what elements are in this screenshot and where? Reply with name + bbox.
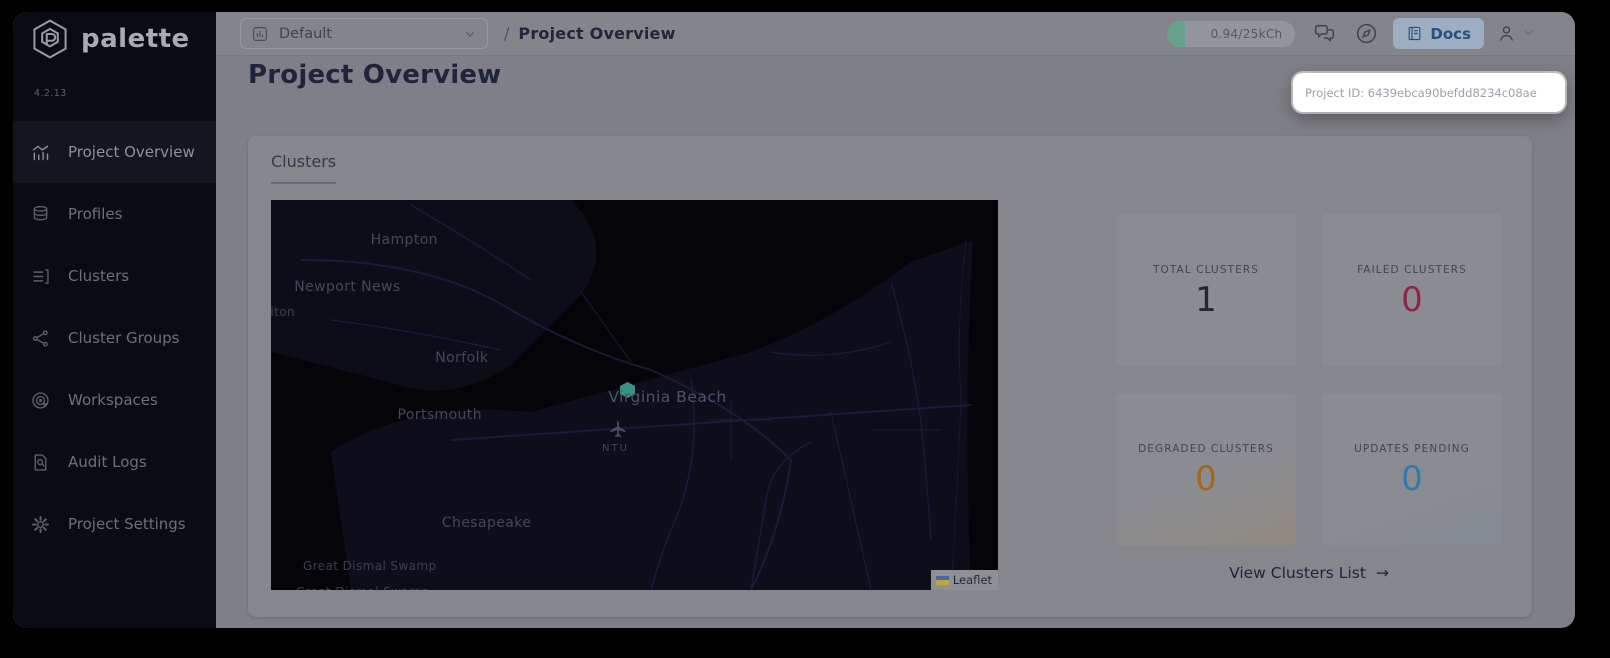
clusters-card: Clusters NTU Leaflet Hampton Newport New… [248, 136, 1532, 617]
chat-bubbles-icon [1314, 24, 1335, 42]
chevron-down-icon [466, 31, 474, 37]
stat-value: 0 [1401, 458, 1423, 499]
stat-updates-pending: UPDATES PENDING 0 [1322, 393, 1502, 545]
sidebar-item-project-settings[interactable]: Project Settings [13, 493, 216, 555]
sidebar-item-label: Cluster Groups [68, 329, 180, 347]
map-label: llton [271, 304, 295, 319]
breadcrumb-current: Project Overview [518, 24, 676, 43]
sidebar-item-project-overview[interactable]: Project Overview [13, 121, 216, 183]
chevron-down-icon [1524, 30, 1533, 35]
cluster-stats: TOTAL CLUSTERS 1 FAILED CLUSTERS 0 DEGRA… [1116, 214, 1502, 545]
arrow-right-icon: → [1375, 564, 1389, 582]
stat-label: DEGRADED CLUSTERS [1138, 442, 1274, 455]
layers-icon [33, 205, 48, 220]
app-window: palette 4.2.13 Project Overview Profiles [13, 12, 1575, 628]
project-selector-value: Default [279, 25, 332, 42]
topbar: Default / Project Overview 0.94/25kCh Do… [216, 12, 1575, 56]
map-label: Chesapeake [441, 515, 532, 532]
sidebar-item-profiles[interactable]: Profiles [13, 183, 216, 245]
stat-degraded-clusters: DEGRADED CLUSTERS 0 [1116, 393, 1296, 545]
airport-code-label: NTU [602, 443, 629, 454]
sidebar-item-clusters[interactable]: Clusters [13, 245, 216, 307]
help-button[interactable] [1353, 21, 1379, 47]
breadcrumb: / Project Overview [504, 24, 676, 43]
map-label: Norfolk [435, 350, 489, 367]
map-label: Portsmouth [397, 406, 482, 423]
chat-button[interactable] [1311, 21, 1337, 47]
map-label: Hampton [370, 231, 438, 248]
sidebar-item-audit-logs[interactable]: Audit Logs [13, 431, 216, 493]
stat-failed-clusters: FAILED CLUSTERS 0 [1322, 214, 1502, 366]
leaflet-link[interactable]: Leaflet [953, 573, 992, 587]
sidebar-item-label: Workspaces [68, 391, 158, 409]
stat-label: TOTAL CLUSTERS [1152, 263, 1260, 276]
stat-value: 0 [1401, 279, 1423, 320]
app-name: palette [81, 24, 190, 54]
stat-value: 1 [1195, 279, 1217, 320]
sidebar: palette 4.2.13 Project Overview Profiles [13, 12, 216, 628]
network-icon [32, 329, 48, 347]
mini-chart-icon [253, 26, 267, 41]
sidebar-item-label: Audit Logs [68, 453, 147, 471]
book-icon [1409, 26, 1421, 41]
stat-total-clusters: TOTAL CLUSTERS 1 [1116, 214, 1296, 366]
usage-meter: 0.94/25kCh [1167, 20, 1296, 47]
stat-label: FAILED CLUSTERS [1357, 263, 1467, 276]
sidebar-item-label: Clusters [68, 267, 130, 285]
project-selector[interactable]: Default [240, 18, 488, 49]
app-version: 4.2.13 [34, 88, 67, 99]
docs-button-label: Docs [1430, 24, 1471, 43]
sidebar-item-label: Profiles [68, 205, 123, 223]
ukraine-flag-icon [935, 575, 949, 585]
usage-fill [1167, 20, 1186, 47]
sidebar-nav: Project Overview Profiles Clusters Clust… [13, 121, 216, 555]
project-id-tooltip: Project ID: 6439ebca90befdd8234c08ae [1293, 73, 1565, 112]
sidebar-item-workspaces[interactable]: Workspaces [13, 369, 216, 431]
project-id-text: Project ID: 6439ebca90befdd8234c08ae [1305, 85, 1537, 100]
target-icon [32, 391, 49, 409]
view-clusters-list-link[interactable]: View Clusters List → [1116, 564, 1502, 582]
usage-text: 0.94/25kCh [1210, 26, 1283, 41]
docs-button[interactable]: Docs [1393, 18, 1484, 49]
stat-value: 0 [1195, 458, 1217, 499]
view-clusters-list-label: View Clusters List [1229, 564, 1366, 582]
map-label: Virginia Beach [608, 387, 727, 406]
map-label: Great Dismal Swamp [302, 558, 437, 573]
bar-chart-icon [32, 145, 49, 160]
breadcrumb-separator: / [504, 24, 510, 43]
map-attribution: Leaflet [930, 570, 998, 590]
sidebar-item-label: Project Overview [68, 143, 195, 161]
sidebar-item-label: Project Settings [68, 515, 186, 533]
stat-label: UPDATES PENDING [1354, 442, 1470, 455]
page-title: Project Overview [248, 60, 502, 90]
tab-clusters[interactable]: Clusters [271, 152, 337, 184]
brand: palette [28, 17, 190, 61]
map-label: Newport News [294, 278, 401, 295]
audit-doc-icon [34, 453, 47, 471]
airplane-icon [609, 420, 627, 442]
cluster-map[interactable]: NTU Leaflet Hampton Newport News llton Norf… [271, 200, 998, 590]
person-icon [1500, 26, 1513, 41]
list-icon [33, 268, 49, 284]
user-chevron [1522, 24, 1535, 43]
gear-icon [32, 515, 49, 533]
map-label: Great Dismal Swamp [296, 585, 430, 590]
user-menu[interactable] [1496, 23, 1535, 44]
topbar-actions: 0.94/25kCh Docs [1167, 18, 1575, 49]
palette-logo-icon [28, 17, 72, 61]
compass-icon [1356, 23, 1377, 44]
sidebar-item-cluster-groups[interactable]: Cluster Groups [13, 307, 216, 369]
